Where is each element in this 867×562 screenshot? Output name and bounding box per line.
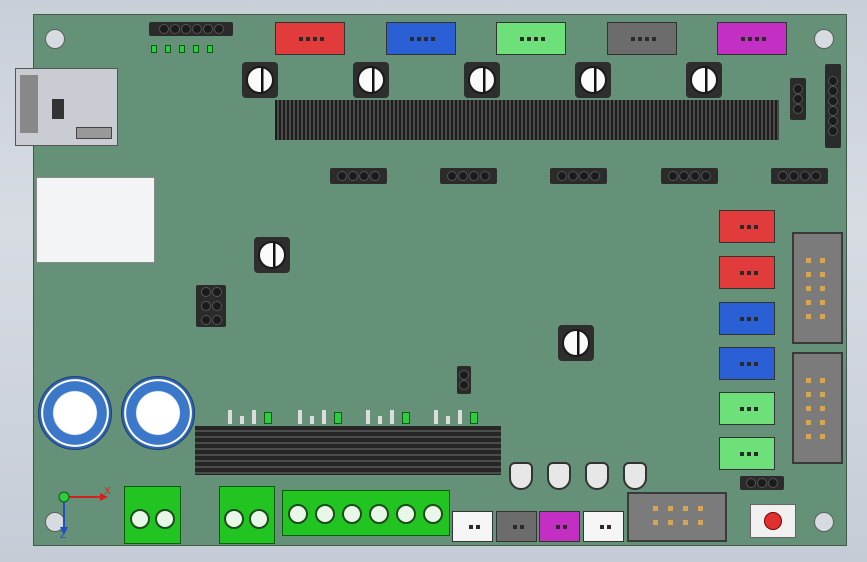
top-connector-blue xyxy=(386,22,456,55)
right-connector-blue-1 xyxy=(719,302,775,335)
jumper-header-4 xyxy=(661,168,718,184)
large-capacitor-1 xyxy=(38,376,112,450)
mounting-hole-top-left xyxy=(45,29,65,49)
led-5 xyxy=(207,45,213,53)
thermistor-4 xyxy=(623,462,647,490)
bottom-connector-white-2 xyxy=(583,511,624,542)
capacitor-7 xyxy=(558,325,594,361)
capacitor-1 xyxy=(242,62,278,98)
wifi-module xyxy=(36,177,155,263)
right-connector-red-2 xyxy=(719,256,775,289)
thermistor-2 xyxy=(547,462,571,490)
capacitor-6 xyxy=(254,237,290,273)
capacitor-5 xyxy=(686,62,722,98)
power-terminal-2 xyxy=(219,486,275,544)
pin-header-right-short xyxy=(790,78,806,120)
led-1 xyxy=(151,45,157,53)
idc-connector-exp2 xyxy=(792,352,843,464)
capacitor-2 xyxy=(353,62,389,98)
right-connector-green-1 xyxy=(719,392,775,425)
right-connector-red-1 xyxy=(719,210,775,243)
jumper-header-2 xyxy=(440,168,497,184)
output-terminal-block xyxy=(282,490,450,536)
led-4 xyxy=(193,45,199,53)
top-connector-lightgreen xyxy=(496,22,566,55)
jumper-header-3 xyxy=(550,168,607,184)
driver-socket-strip xyxy=(275,100,779,140)
axis-x-label: X xyxy=(104,486,111,497)
mounting-hole-top-right xyxy=(814,29,834,49)
mounting-hole-bottom-right xyxy=(814,512,834,532)
heatsink xyxy=(195,426,501,475)
top-connector-magenta xyxy=(717,22,787,55)
right-connector-blue-2 xyxy=(719,347,775,380)
sd-card-slot xyxy=(15,68,118,146)
pin-header-2x3 xyxy=(196,285,226,327)
pin-header-2pin xyxy=(457,366,471,394)
bottom-connector-magenta xyxy=(539,511,580,542)
reset-button-cap xyxy=(764,512,782,530)
pin-header-top-left xyxy=(149,22,233,36)
thermistor-1 xyxy=(509,462,533,490)
pin-header-3pin xyxy=(740,476,784,490)
mosfet-leads xyxy=(228,410,478,426)
axis-z-label: Z xyxy=(60,530,67,541)
top-connector-red xyxy=(275,22,345,55)
reset-button[interactable] xyxy=(750,504,796,538)
idc-connector-exp1 xyxy=(792,232,843,344)
jumper-header-1 xyxy=(330,168,387,184)
top-connector-gray xyxy=(607,22,677,55)
led-2 xyxy=(165,45,171,53)
jumper-header-5 xyxy=(771,168,828,184)
bottom-connector-white-1 xyxy=(452,511,493,542)
power-terminal-1 xyxy=(124,486,181,544)
capacitor-3 xyxy=(464,62,500,98)
right-connector-green-2 xyxy=(719,437,775,470)
led-3 xyxy=(179,45,185,53)
idc-connector-bottom xyxy=(627,492,727,542)
large-capacitor-2 xyxy=(121,376,195,450)
thermistor-3 xyxy=(585,462,609,490)
capacitor-4 xyxy=(575,62,611,98)
pin-header-right-tall xyxy=(825,64,841,148)
bottom-connector-gray xyxy=(496,511,537,542)
